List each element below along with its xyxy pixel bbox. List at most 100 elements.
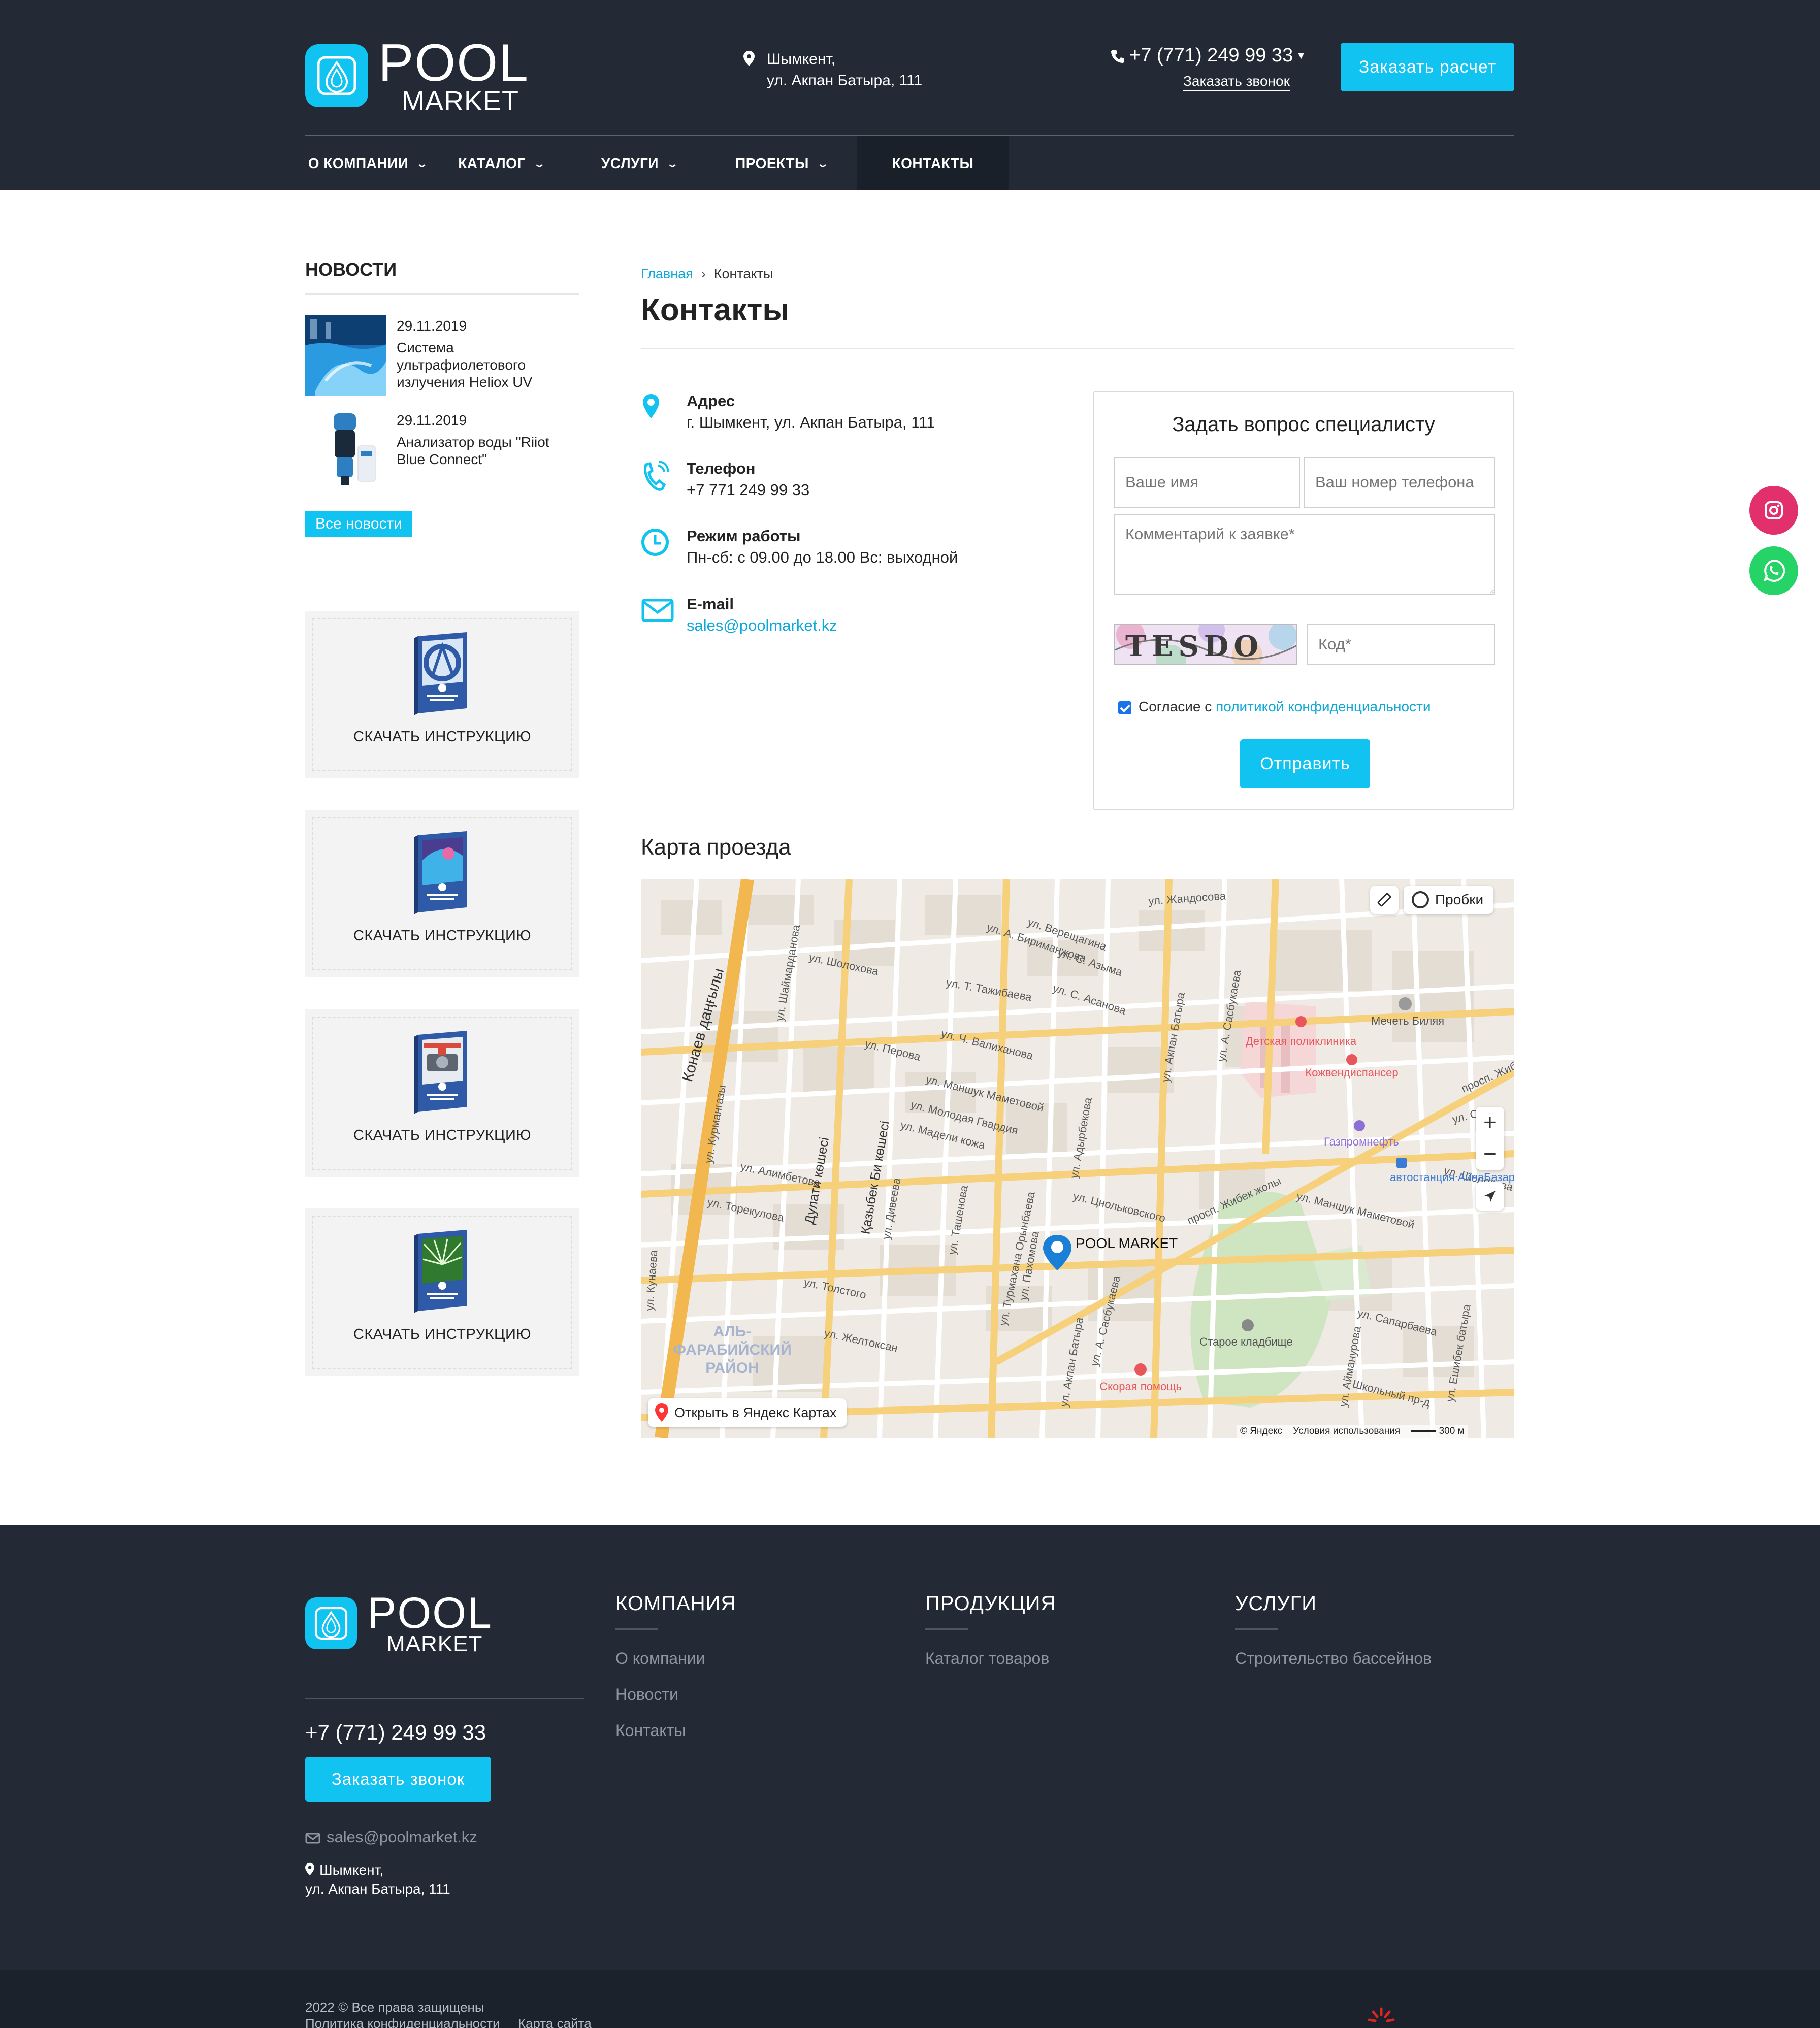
developer-logo-icon[interactable] [1366, 2007, 1396, 2028]
news-item[interactable]: 29.11.2019 Система ультрафиолетового изл… [305, 315, 579, 401]
contact-value: г. Шымкент, ул. Акпан Батыра, 111 [687, 413, 935, 431]
page-title: Контакты [641, 292, 790, 328]
footer-column-services: УСЛУГИ Строительство бассейнов [1235, 1592, 1432, 1668]
traffic-button[interactable]: Пробки [1404, 886, 1494, 914]
footer-email[interactable]: sales@poolmarket.kz [305, 1828, 477, 1846]
chevron-down-icon: ⌄ [415, 156, 430, 170]
geolocation-button[interactable] [1476, 1182, 1504, 1211]
marker-label: POOL MARKET [1076, 1235, 1178, 1251]
code-input[interactable] [1307, 624, 1495, 665]
footer-column-title: УСЛУГИ [1235, 1592, 1317, 1615]
download-box[interactable]: СКАЧАТЬ ИНСТРУКЦИЮ [305, 611, 579, 778]
chevron-down-icon: ⌄ [666, 156, 679, 170]
phone-icon [1111, 49, 1124, 63]
all-news-button[interactable]: Все новости [305, 511, 413, 537]
logo-text-pool: POOL [367, 1589, 493, 1638]
download-box[interactable]: СКАЧАТЬ ИНСТРУКЦИЮ [305, 1009, 579, 1177]
clock-icon [641, 529, 669, 556]
news-date: 29.11.2019 [397, 318, 467, 334]
breadcrumb-home-link[interactable]: Главная [641, 266, 693, 281]
zoom-in-button[interactable]: + [1476, 1107, 1504, 1138]
footer-callback-button[interactable]: Заказать звонок [305, 1757, 491, 1802]
news-heading: НОВОСТИ [305, 259, 397, 280]
hospital-icon[interactable] [1134, 1363, 1147, 1376]
privacy-policy-link[interactable]: политикой конфиденциальности [1216, 699, 1431, 714]
footer-column-title: КОМПАНИЯ [615, 1592, 736, 1615]
phone-dropdown-icon[interactable]: ▼ [1296, 50, 1306, 61]
footer-link-pool-construction[interactable]: Строительство бассейнов [1235, 1649, 1432, 1668]
whatsapp-button[interactable] [1749, 546, 1798, 595]
news-thumbnail-analyzer [305, 409, 386, 490]
consent-checkbox-row[interactable]: Согласие с политикой конфиденциальности [1118, 699, 1431, 715]
download-label: СКАЧАТЬ ИНСТРУКЦИЮ [353, 1127, 532, 1143]
sitemap-link[interactable]: Карта сайта [518, 2016, 592, 2028]
nav-catalog[interactable]: КАТАЛОГ ⌄ [430, 136, 572, 190]
zoom-out-button[interactable]: − [1476, 1138, 1504, 1170]
open-yandex-maps-button[interactable]: Открыть в Яндекс Картах [648, 1398, 847, 1427]
nav-contacts[interactable]: КОНТАКТЫ [857, 136, 1009, 190]
logo-text-market: MARKET [402, 86, 519, 116]
ruler-tool-button[interactable] [1370, 886, 1399, 914]
map-terms-link[interactable]: Условия использования [1293, 1426, 1400, 1436]
header-phone[interactable]: +7 (771) 249 99 33 ▼ [1110, 45, 1306, 67]
privacy-policy-link[interactable]: Политика конфиденциальности [305, 2016, 500, 2028]
site-header: POOL MARKET Шымкент, ул. Акпан Батыра, 1… [0, 0, 1820, 190]
download-label: СКАЧАТЬ ИНСТРУКЦИЮ [353, 928, 532, 944]
nav-projects[interactable]: ПРОЕКТЫ ⌄ [706, 136, 857, 190]
whatsapp-icon [1764, 559, 1785, 582]
contact-label: Адрес [687, 392, 735, 410]
instagram-icon [1765, 501, 1783, 519]
hospital-icon[interactable] [1295, 1016, 1307, 1027]
nav-about[interactable]: О КОМПАНИИ ⌄ [305, 136, 430, 190]
nav-services[interactable]: УСЛУГИ ⌄ [572, 136, 706, 190]
footer-link-contacts[interactable]: Контакты [615, 1721, 736, 1740]
map-district-label: РАЙОН [705, 1359, 759, 1377]
traffic-label: Пробки [1435, 892, 1484, 907]
footer-link-catalog[interactable]: Каталог товаров [925, 1649, 1056, 1668]
news-thumbnail-pool [305, 315, 386, 396]
map-canvas[interactable]: ул. Жандосова ул. Верещагина ул. А. Бири… [641, 879, 1514, 1438]
contact-value: Пн-сб: с 09.00 до 18.00 Вс: выходной [687, 548, 958, 566]
download-box[interactable]: СКАЧАТЬ ИНСТРУКЦИЮ [305, 1208, 579, 1376]
submit-button[interactable]: Отправить [1240, 739, 1370, 788]
footer-phone[interactable]: +7 (771) 249 99 33 [305, 1720, 486, 1745]
news-item[interactable]: 29.11.2019 Анализатор воды "Riiot Blue C… [305, 409, 579, 490]
download-box[interactable]: СКАЧАТЬ ИНСТРУКЦИЮ [305, 810, 579, 977]
name-input[interactable] [1114, 457, 1300, 508]
navigation-arrow-icon [1484, 1191, 1496, 1202]
footer-link-news[interactable]: Новости [615, 1685, 736, 1704]
map-district-label: ФАРАБИЙСКИЙ [673, 1341, 791, 1358]
contact-email-link[interactable]: sales@poolmarket.kz [687, 616, 837, 635]
phone-input[interactable] [1304, 457, 1495, 508]
copyright-text: 2022 © Все права защищены [305, 2000, 484, 2015]
footer-bottom-bar: 2022 © Все права защищены Политика конфи… [0, 1970, 1820, 2028]
header-callback-link[interactable]: Заказать звонок [1183, 73, 1290, 91]
header-address: Шымкент, ул. Акпан Батыра, 111 [743, 49, 922, 91]
phone-icon [643, 461, 669, 491]
cemetery-icon[interactable] [1242, 1319, 1254, 1331]
hospital-icon[interactable] [1346, 1054, 1357, 1065]
contact-value: +7 771 249 99 33 [687, 481, 810, 499]
order-calculation-button[interactable]: Заказать расчет [1341, 43, 1514, 91]
map-poi-label: Мечеть Биляя [1371, 1015, 1444, 1027]
breadcrumb: Главная › Контакты [641, 266, 773, 282]
yandex-map[interactable]: ул. Жандосова ул. Верещагина ул. А. Бири… [641, 879, 1514, 1438]
form-title: Задать вопрос специалисту [1172, 413, 1435, 436]
footer-column-company: КОМПАНИЯ О компании Новости Контакты [615, 1592, 736, 1740]
captcha-text: TESDO [1125, 630, 1263, 663]
gas-station-icon[interactable] [1354, 1120, 1365, 1131]
ruler-icon [1377, 893, 1391, 907]
map-poi-label: Детская поликлиника [1246, 1035, 1357, 1048]
footer-logo[interactable]: POOL MARKET [305, 1591, 493, 1655]
question-form: Задать вопрос специалисту TESDO Согласие… [1093, 391, 1514, 810]
mosque-icon[interactable] [1399, 997, 1412, 1010]
bus-station-icon[interactable] [1396, 1158, 1407, 1168]
site-logo[interactable]: POOL MARKET [305, 37, 529, 115]
footer-link-about[interactable]: О компании [615, 1649, 736, 1668]
map-poi-label: Кожвендиспансер [1305, 1066, 1398, 1079]
consent-checkbox[interactable] [1118, 701, 1131, 714]
map-attribution: © Яндекс Условия использования 300 м [1237, 1425, 1468, 1438]
instagram-button[interactable] [1749, 486, 1798, 535]
comment-textarea[interactable] [1114, 514, 1495, 595]
logo-drop-icon [305, 1597, 357, 1649]
